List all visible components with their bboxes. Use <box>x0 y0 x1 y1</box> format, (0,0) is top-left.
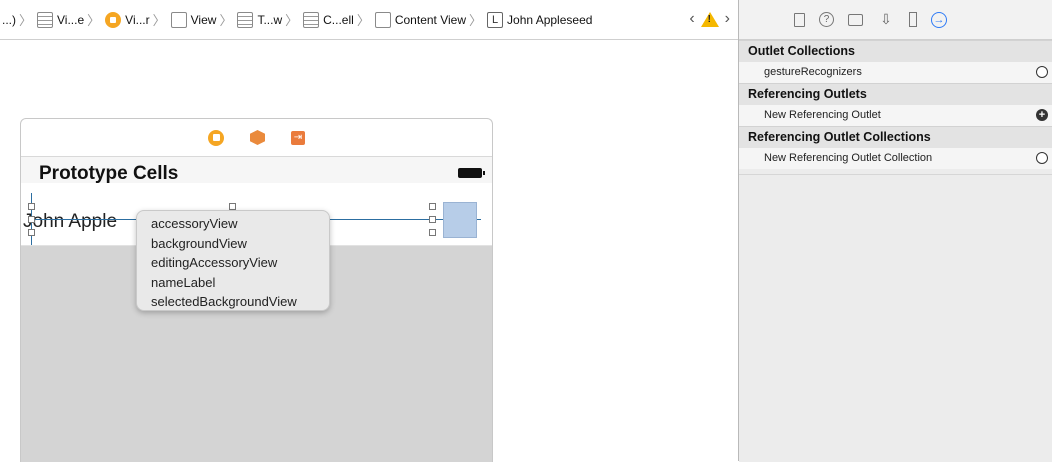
resize-handle[interactable] <box>429 203 436 210</box>
first-responder-icon[interactable] <box>250 130 265 145</box>
breadcrumb-item-content-view[interactable]: Content View <box>373 11 466 28</box>
section-outlet-collections: Outlet Collections <box>739 40 1052 62</box>
label-icon: L <box>487 11 504 28</box>
section-referencing-outlets: Referencing Outlets <box>739 83 1052 105</box>
chevron-right-icon: 〉 <box>285 13 299 28</box>
breadcrumb-item-view-controller[interactable]: Vi...r <box>103 11 150 28</box>
popup-item-selected-background-view[interactable]: selectedBackgroundView <box>151 292 329 312</box>
file-inspector-icon[interactable] <box>794 12 805 27</box>
outlet-row-new-referencing-outlet[interactable]: New Referencing Outlet + <box>739 105 1052 126</box>
popup-item-editing-accessory-view[interactable]: editingAccessoryView <box>151 253 329 273</box>
resize-handle[interactable] <box>28 216 35 223</box>
resize-handle[interactable] <box>429 216 436 223</box>
view-icon <box>374 11 391 28</box>
connector-circle-icon[interactable] <box>1036 66 1048 78</box>
size-icon[interactable] <box>909 12 917 27</box>
warning-icon[interactable]: ! <box>700 11 719 27</box>
resize-handle[interactable] <box>429 229 436 236</box>
chevron-right-icon: 〉 <box>152 13 166 28</box>
breadcrumb-label: John Appleseed <box>507 12 593 27</box>
jump-bar: ...) 〉 Vi...e 〉 Vi...r 〉 View 〉 T...w 〉 … <box>0 0 738 40</box>
table-view-icon <box>237 11 254 28</box>
breadcrumb-label: View <box>190 12 217 27</box>
chevron-right-icon[interactable]: › <box>725 10 730 28</box>
chevron-right-icon: 〉 <box>356 13 370 28</box>
name-label[interactable]: John Apple <box>23 211 117 233</box>
view-controller-icon[interactable] <box>208 129 224 146</box>
resize-handle[interactable] <box>28 229 35 236</box>
breadcrumb-label: Content View <box>394 12 466 27</box>
table-cell-icon <box>303 11 320 28</box>
outlet-row-gesture-recognizers[interactable]: gestureRecognizers <box>739 62 1052 83</box>
outlet-row-new-referencing-outlet-collection[interactable]: New Referencing Outlet Collection <box>739 148 1052 169</box>
connector-circle-icon[interactable] <box>1036 152 1048 164</box>
chevron-right-icon: 〉 <box>87 13 101 28</box>
view-controller-icon <box>105 11 122 28</box>
section-referencing-outlet-collections: Referencing Outlet Collections <box>739 126 1052 148</box>
inspector-tabs: ? ⇩ → <box>739 0 1052 40</box>
chevron-right-icon: 〉 <box>19 13 33 28</box>
chevron-right-icon: 〉 <box>469 13 483 28</box>
connector-plus-icon[interactable]: + <box>1036 109 1048 121</box>
outlet-popup-menu: accessoryView backgroundView editingAcce… <box>136 210 330 311</box>
breadcrumb-item-storyboard[interactable]: Vi...e <box>35 11 85 28</box>
battery-icon <box>458 168 485 178</box>
popup-item-accessory-view[interactable]: accessoryView <box>151 214 329 234</box>
connections-icon[interactable]: → <box>931 11 947 28</box>
chevron-left-icon[interactable]: ‹ <box>689 10 694 28</box>
view-icon <box>170 11 187 28</box>
warning-glyph: ! <box>707 13 712 25</box>
accessory-view[interactable] <box>443 202 477 238</box>
breadcrumb-item-view[interactable]: View <box>169 11 217 28</box>
breadcrumb-item-table-view[interactable]: T...w <box>235 11 283 28</box>
outlet-label: New Referencing Outlet <box>764 109 881 121</box>
resize-handle[interactable] <box>28 203 35 210</box>
scene-dock: ⇥ <box>21 119 492 157</box>
chevron-right-icon: 〉 <box>219 13 233 28</box>
attributes-icon[interactable]: ⇩ <box>877 11 895 29</box>
breadcrumb-item-parent[interactable]: ...) <box>2 13 16 27</box>
breadcrumb-label: T...w <box>257 12 283 27</box>
resize-handle[interactable] <box>229 203 236 210</box>
storyboard-icon <box>37 11 54 28</box>
breadcrumb-label: C...ell <box>323 12 354 27</box>
issue-navigation: ‹ ! › <box>689 10 730 28</box>
storyboard-canvas[interactable]: ⇥ Prototype Cells John Apple <box>0 41 738 462</box>
popup-item-background-view[interactable]: backgroundView <box>151 234 329 254</box>
breadcrumb-item-label[interactable]: L John Appleseed <box>485 11 593 28</box>
inspector-empty-area <box>739 174 1052 462</box>
prototype-cells-title: Prototype Cells <box>39 163 179 184</box>
breadcrumb-label: ...) <box>2 12 16 27</box>
identity-icon[interactable] <box>848 13 863 26</box>
popup-item-name-label[interactable]: nameLabel <box>151 273 329 293</box>
connections-inspector: ? ⇩ → Outlet Collections gestureRecogniz… <box>738 0 1052 462</box>
help-icon[interactable]: ? <box>819 12 834 27</box>
outlet-label: New Referencing Outlet Collection <box>764 152 933 164</box>
breadcrumb-label: Vi...e <box>57 12 85 27</box>
outlet-label: gestureRecognizers <box>764 66 862 78</box>
breadcrumb-item-table-cell[interactable]: C...ell <box>301 11 354 28</box>
exit-icon[interactable]: ⇥ <box>291 130 305 145</box>
breadcrumb-label: Vi...r <box>125 12 150 27</box>
